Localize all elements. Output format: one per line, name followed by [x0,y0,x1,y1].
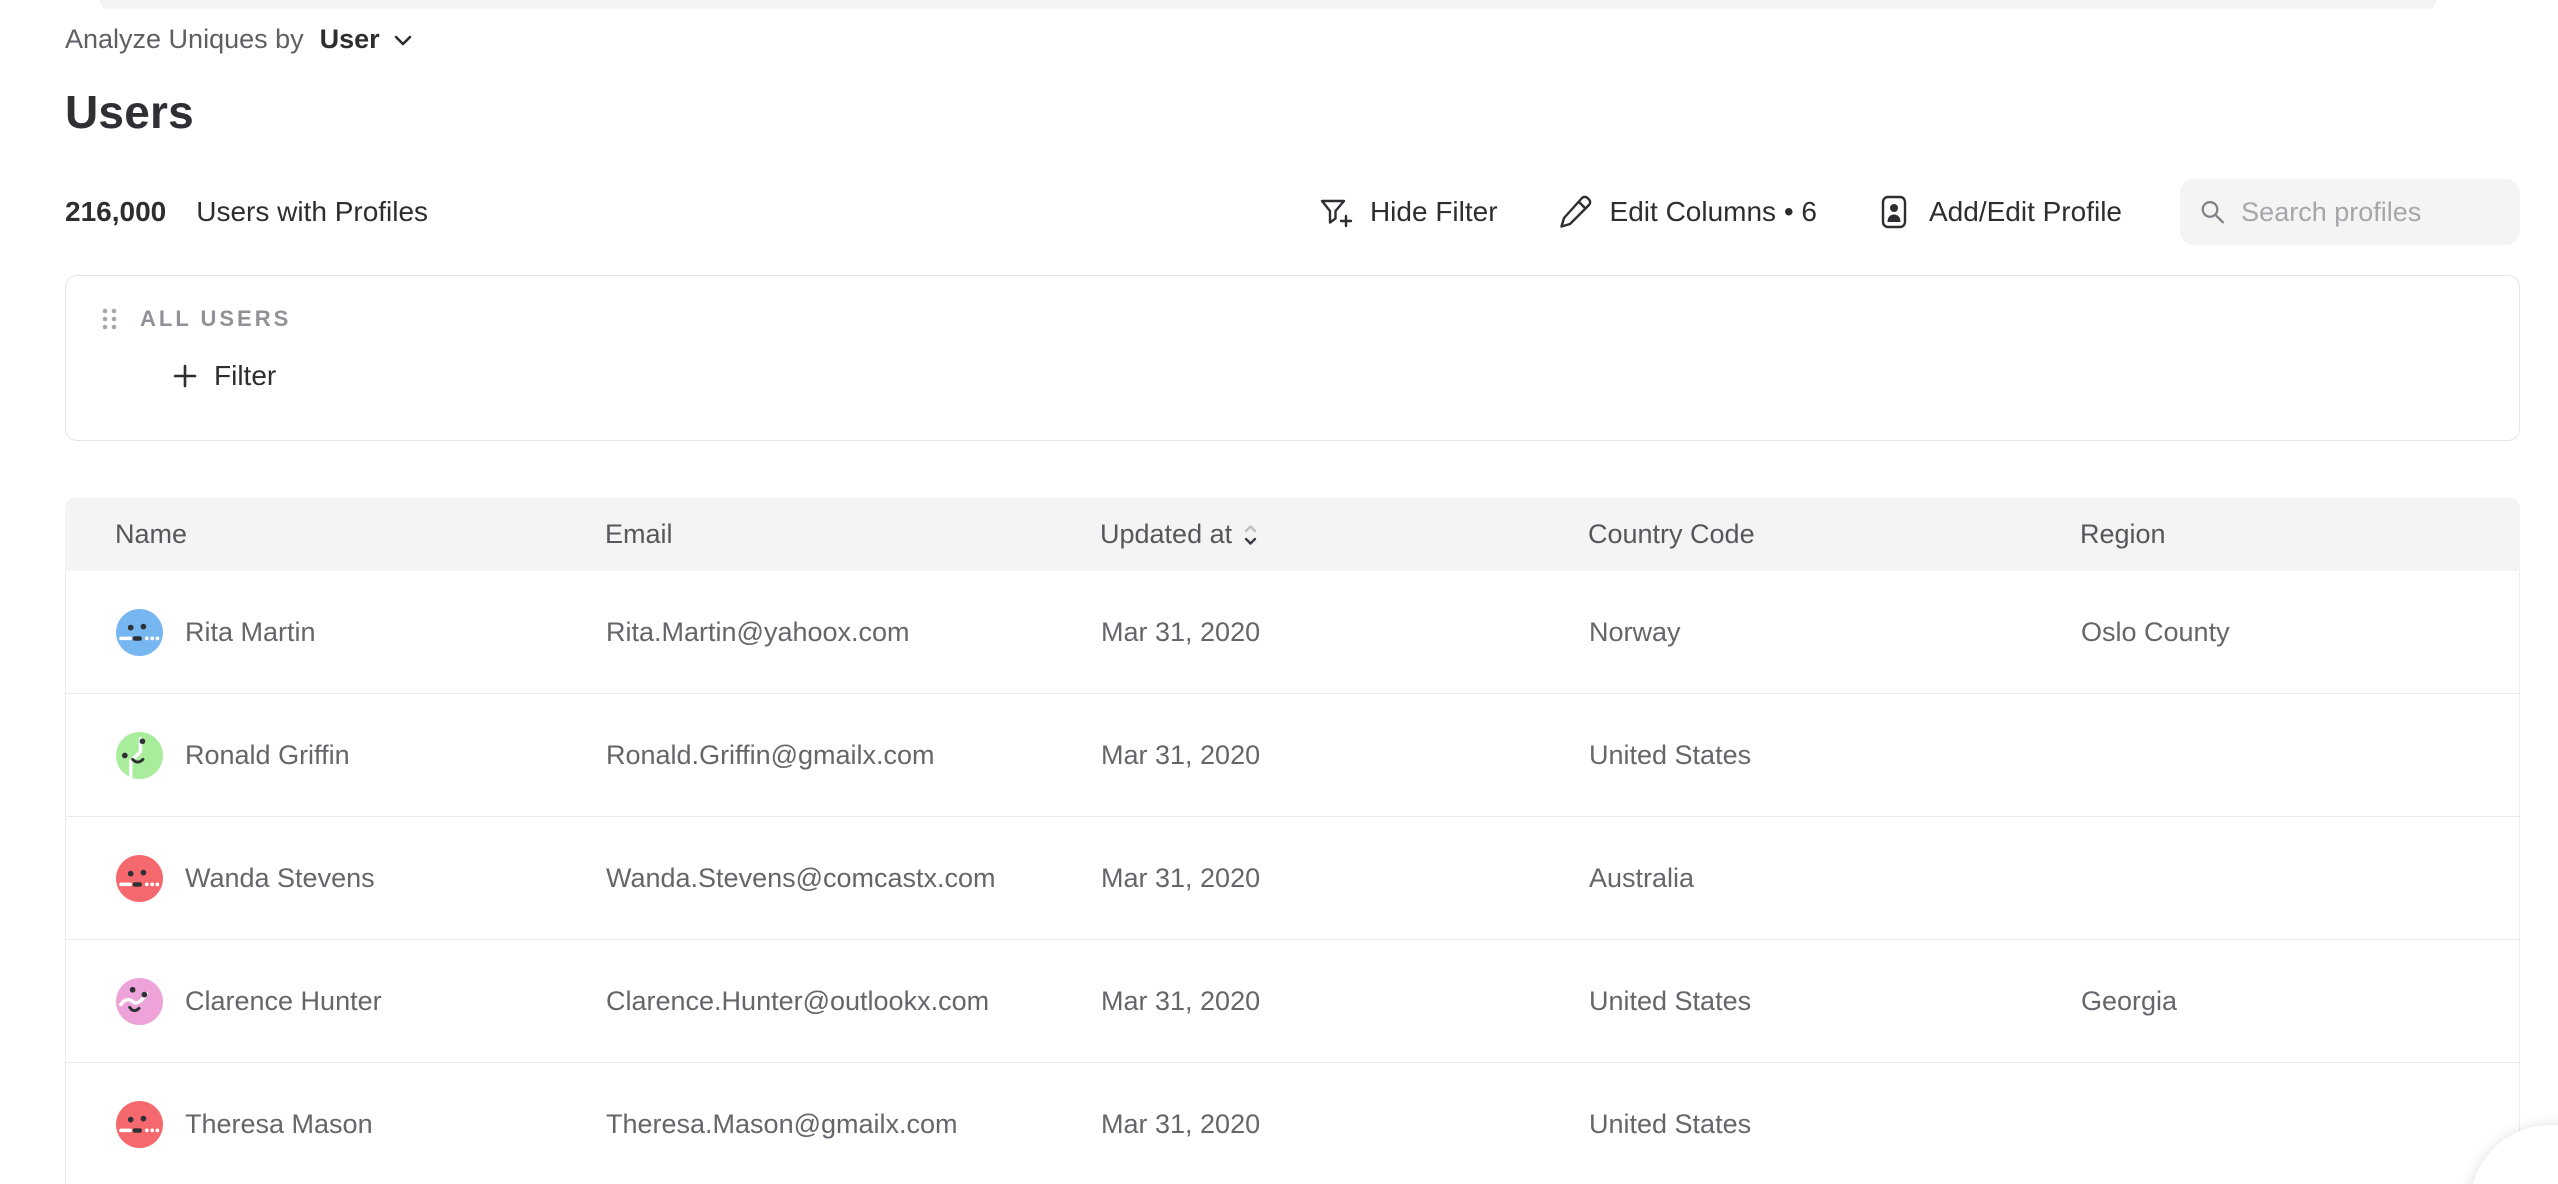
user-region: Oslo County [2081,617,2519,648]
user-email: Rita.Martin@yahoox.com [606,617,1101,648]
hide-filter-button[interactable]: Hide Filter [1316,193,1498,231]
column-header-email[interactable]: Email [605,519,1100,550]
sort-icon [1242,521,1259,549]
column-header-region[interactable]: Region [2080,519,2520,550]
table-row[interactable]: Theresa Mason Theresa.Mason@gmailx.com M… [66,1063,2519,1184]
add-edit-profile-button[interactable]: Add/Edit Profile [1875,193,2122,231]
analyze-uniques-value: User [320,24,380,55]
column-header-country-code[interactable]: Country Code [1588,519,2080,550]
user-updated-at: Mar 31, 2020 [1101,1109,1589,1140]
add-filter-label: Filter [214,360,276,392]
table-row[interactable]: Rita Martin Rita.Martin@yahoox.com Mar 3… [66,571,2519,694]
smile-zigzag-face-avatar [116,732,163,779]
user-updated-at: Mar 31, 2020 [1101,986,1589,1017]
smile-wave-face-avatar [116,978,163,1025]
pencil-icon [1556,193,1594,231]
edit-columns-button[interactable]: Edit Columns • 6 [1556,193,1817,231]
table-body: Rita Martin Rita.Martin@yahoox.com Mar 3… [65,571,2520,1184]
search-profiles-box[interactable] [2180,179,2520,245]
neutral-face-avatar [116,609,163,656]
user-country: Norway [1589,617,2081,648]
analyze-uniques-label: Analyze Uniques by [65,24,304,55]
column-header-name[interactable]: Name [115,519,605,550]
analyze-uniques-row: Analyze Uniques by User [65,24,2520,55]
page-title: Users [65,85,2520,139]
users-page: Analyze Uniques by User Users 216,000 Us… [0,0,2558,1184]
user-email: Wanda.Stevens@comcastx.com [606,863,1101,894]
search-icon [2198,195,2227,229]
plus-icon [171,362,199,390]
user-name: Theresa Mason [185,1109,373,1140]
table-row[interactable]: Wanda Stevens Wanda.Stevens@comcastx.com… [66,817,2519,940]
user-updated-at: Mar 31, 2020 [1101,740,1589,771]
search-profiles-input[interactable] [2241,197,2502,228]
neutral-face-avatar [116,855,163,902]
column-header-updated-at[interactable]: Updated at [1100,519,1588,550]
analyze-uniques-dropdown[interactable]: User [320,24,414,55]
chevron-down-icon [392,33,414,47]
neutral-face-avatar [116,1101,163,1148]
add-filter-button[interactable]: Filter [171,360,276,392]
user-email: Theresa.Mason@gmailx.com [606,1109,1101,1140]
profile-count-label: Users with Profiles [196,196,428,228]
funnel-plus-icon [1316,193,1354,231]
profile-card-icon [1875,193,1913,231]
user-name: Clarence Hunter [185,986,382,1017]
drag-handle-icon[interactable] [101,307,118,331]
user-email: Clarence.Hunter@outlookx.com [606,986,1101,1017]
user-email: Ronald.Griffin@gmailx.com [606,740,1101,771]
user-name: Ronald Griffin [185,740,350,771]
user-country: United States [1589,740,2081,771]
filter-panel: ALL USERS Filter [65,275,2520,441]
table-row[interactable]: Ronald Griffin Ronald.Griffin@gmailx.com… [66,694,2519,817]
user-country: United States [1589,1109,2081,1140]
user-name: Wanda Stevens [185,863,375,894]
user-name: Rita Martin [185,617,316,648]
profile-count-group: 216,000 Users with Profiles [65,196,428,228]
edit-columns-label: Edit Columns • 6 [1610,196,1817,228]
actions-row: 216,000 Users with Profiles Hide Filter … [65,179,2520,245]
user-region: Georgia [2081,986,2519,1017]
table-row[interactable]: Clarence Hunter Clarence.Hunter@outlookx… [66,940,2519,1063]
toolbar: Hide Filter Edit Columns • 6 Add/Edit Pr… [1316,179,2520,245]
user-country: Australia [1589,863,2081,894]
segment-label: ALL USERS [140,306,291,332]
add-edit-profile-label: Add/Edit Profile [1929,196,2122,228]
users-table: Name Email Updated at Country Code Regio… [65,498,2520,1184]
profile-count: 216,000 [65,196,166,228]
table-header: Name Email Updated at Country Code Regio… [65,498,2520,571]
user-updated-at: Mar 31, 2020 [1101,617,1589,648]
cutoff-card-edge [100,0,2436,9]
user-updated-at: Mar 31, 2020 [1101,863,1589,894]
segment-row: ALL USERS [101,306,2519,332]
user-country: United States [1589,986,2081,1017]
hide-filter-label: Hide Filter [1370,196,1498,228]
